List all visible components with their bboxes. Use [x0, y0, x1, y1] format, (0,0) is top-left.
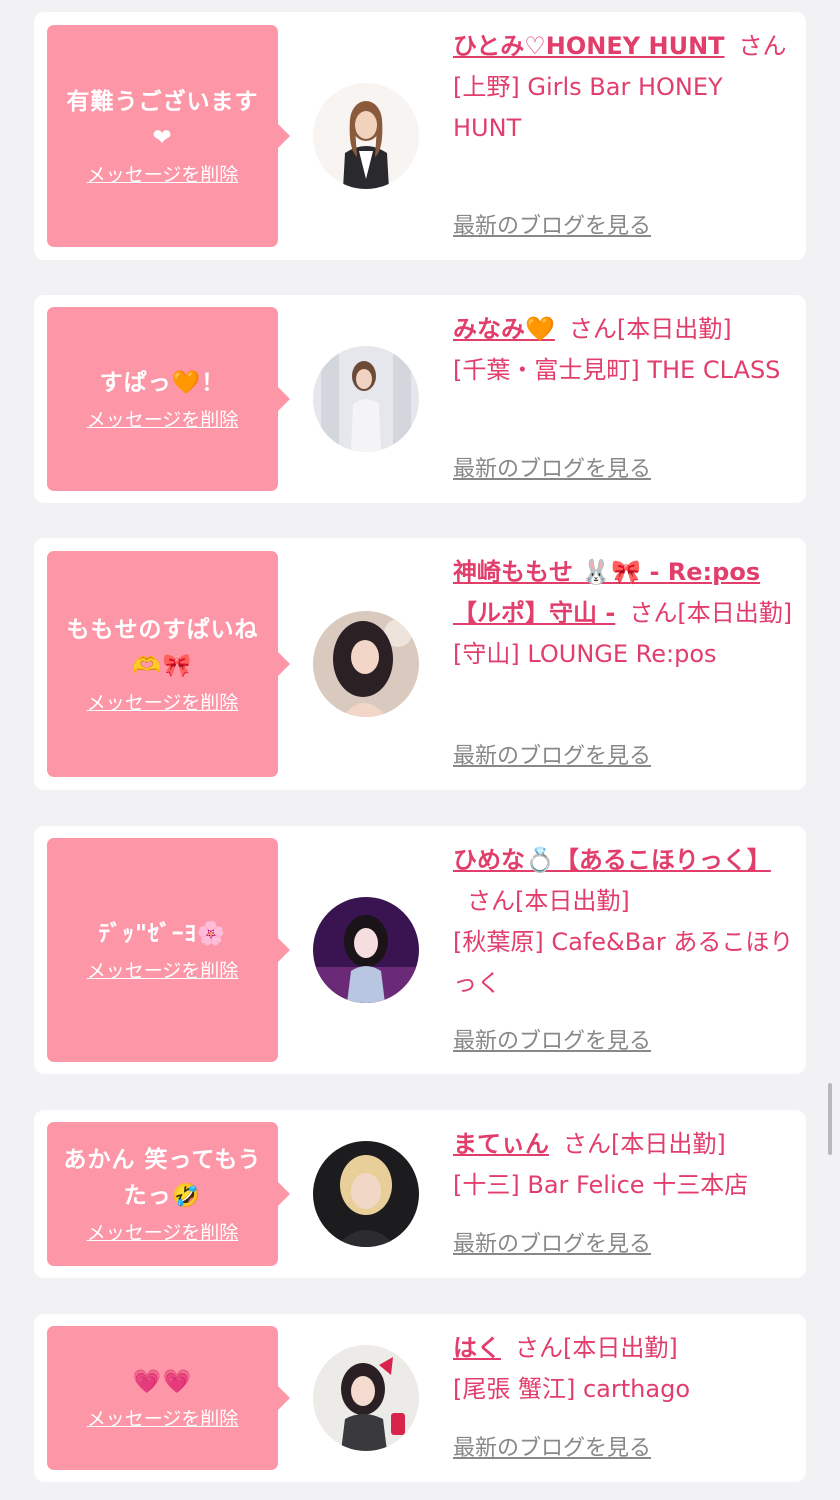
sender-info: はく さん[本日出勤] [尾張 蟹江] carthago — [453, 1328, 795, 1410]
sender-name-link[interactable]: ひめな💍【あるこほりっく】 — [453, 846, 771, 874]
message-bubble: すぱっ🧡！ メッセージを削除 — [47, 307, 290, 491]
message-card: ももせのすぱいね🫶🎀 メッセージを削除 神崎ももせ 🐰🎀 - Re:pos 【ル… — [34, 538, 806, 790]
delete-message-link[interactable]: メッセージを削除 — [87, 1220, 239, 1246]
sender-suffix: さん[本日出勤] — [515, 1334, 678, 1362]
shop-name: [上野] Girls Bar HONEY HUNT — [453, 73, 723, 142]
message-text: あかん 笑ってもうたっ🤣 — [63, 1147, 262, 1209]
sender-name-link[interactable]: ひとみ♡HONEY HUNT — [453, 32, 725, 60]
sender-suffix: さん[本日出勤] — [563, 1130, 726, 1158]
message-card: ﾃﾞｯ"ｾﾞｰﾖ🌸 メッセージを削除 ひめな💍【あるこほりっく】さん[本日出勤]… — [34, 826, 806, 1074]
sender-info: 神崎ももせ 🐰🎀 - Re:pos 【ルポ】守山 - さん[本日出勤] [守山] … — [453, 552, 795, 675]
message-text: ももせのすぱいね🫶🎀 — [66, 617, 259, 679]
message-text: ﾃﾞｯ"ｾﾞｰﾖ🌸 — [98, 921, 227, 947]
message-card: すぱっ🧡！ メッセージを削除 みなみ🧡 さん[本日出勤] [千葉・富士見町] TH… — [34, 295, 806, 503]
avatar[interactable] — [313, 83, 419, 189]
avatar-photo-woman-blonde — [313, 1141, 419, 1247]
message-card: 💗💗 メッセージを削除 はく さん[本日出勤] [尾張 蟹江] carthago … — [34, 1314, 806, 1482]
message-bubble: 有難うございます❤ メッセージを削除 — [47, 25, 290, 247]
avatar[interactable] — [313, 611, 419, 717]
avatar[interactable] — [313, 897, 419, 1003]
sender-name-link[interactable]: まてぃん — [453, 1130, 549, 1158]
message-bubble: 💗💗 メッセージを削除 — [47, 1326, 290, 1470]
delete-message-link[interactable]: メッセージを削除 — [87, 407, 239, 433]
avatar[interactable] — [313, 1345, 419, 1451]
delete-message-link[interactable]: メッセージを削除 — [87, 1406, 239, 1432]
message-text: すぱっ🧡！ — [99, 370, 226, 396]
avatar-photo-woman-red-bow — [313, 1345, 419, 1451]
shop-name: [千葉・富士見町] THE CLASS — [453, 356, 781, 384]
message-card: 有難うございます❤ メッセージを削除 ひとみ♡HONEY HUNT さん [上野]… — [34, 12, 806, 260]
shop-name: [十三] Bar Felice 十三本店 — [453, 1171, 749, 1199]
sender-suffix: さん[本日出勤] — [629, 599, 793, 627]
avatar-photo-woman-black-vest — [313, 83, 419, 189]
latest-blog-link[interactable]: 最新のブログを見る — [453, 1027, 651, 1057]
latest-blog-link[interactable]: 最新のブログを見る — [453, 742, 651, 772]
latest-blog-link[interactable]: 最新のブログを見る — [453, 455, 651, 485]
delete-message-link[interactable]: メッセージを削除 — [87, 162, 239, 188]
sender-info: ひとみ♡HONEY HUNT さん [上野] Girls Bar HONEY HU… — [453, 26, 795, 149]
sender-info: ひめな💍【あるこほりっく】さん[本日出勤] [秋葉原] Cafe&Bar あるこ… — [453, 840, 795, 1004]
message-text: 有難うございます❤ — [66, 89, 259, 151]
shop-name: [守山] LOUNGE Re:pos — [453, 640, 717, 668]
latest-blog-link[interactable]: 最新のブログを見る — [453, 1434, 651, 1464]
scrollbar[interactable] — [828, 1083, 832, 1155]
sender-suffix: さん — [738, 32, 787, 60]
sender-name-link[interactable]: みなみ🧡 — [453, 315, 555, 343]
message-card: あかん 笑ってもうたっ🤣 メッセージを削除 まてぃん さん[本日出勤] [十三] … — [34, 1110, 806, 1278]
avatar-photo-woman-purple-background — [313, 897, 419, 1003]
sender-info: みなみ🧡 さん[本日出勤] [千葉・富士見町] THE CLASS — [453, 309, 795, 391]
avatar[interactable] — [313, 346, 419, 452]
delete-message-link[interactable]: メッセージを削除 — [87, 690, 239, 716]
message-bubble: あかん 笑ってもうたっ🤣 メッセージを削除 — [47, 1122, 290, 1266]
message-text: 💗💗 — [132, 1369, 193, 1395]
avatar-photo-woman-dark-hair — [313, 611, 419, 717]
sender-name-link[interactable]: はく — [453, 1334, 501, 1362]
shop-name: [尾張 蟹江] carthago — [453, 1375, 690, 1403]
shop-name: [秋葉原] Cafe&Bar あるこほりっく — [453, 928, 794, 997]
avatar[interactable] — [313, 1141, 419, 1247]
avatar-photo-woman-white-dress — [313, 346, 419, 452]
latest-blog-link[interactable]: 最新のブログを見る — [453, 1230, 651, 1260]
delete-message-link[interactable]: メッセージを削除 — [87, 958, 239, 984]
sender-suffix: さん[本日出勤] — [467, 887, 630, 915]
message-bubble: ももせのすぱいね🫶🎀 メッセージを削除 — [47, 551, 290, 777]
message-bubble: ﾃﾞｯ"ｾﾞｰﾖ🌸 メッセージを削除 — [47, 838, 290, 1062]
latest-blog-link[interactable]: 最新のブログを見る — [453, 212, 651, 242]
sender-suffix: さん[本日出勤] — [568, 315, 732, 343]
sender-info: まてぃん さん[本日出勤] [十三] Bar Felice 十三本店 — [453, 1124, 795, 1206]
